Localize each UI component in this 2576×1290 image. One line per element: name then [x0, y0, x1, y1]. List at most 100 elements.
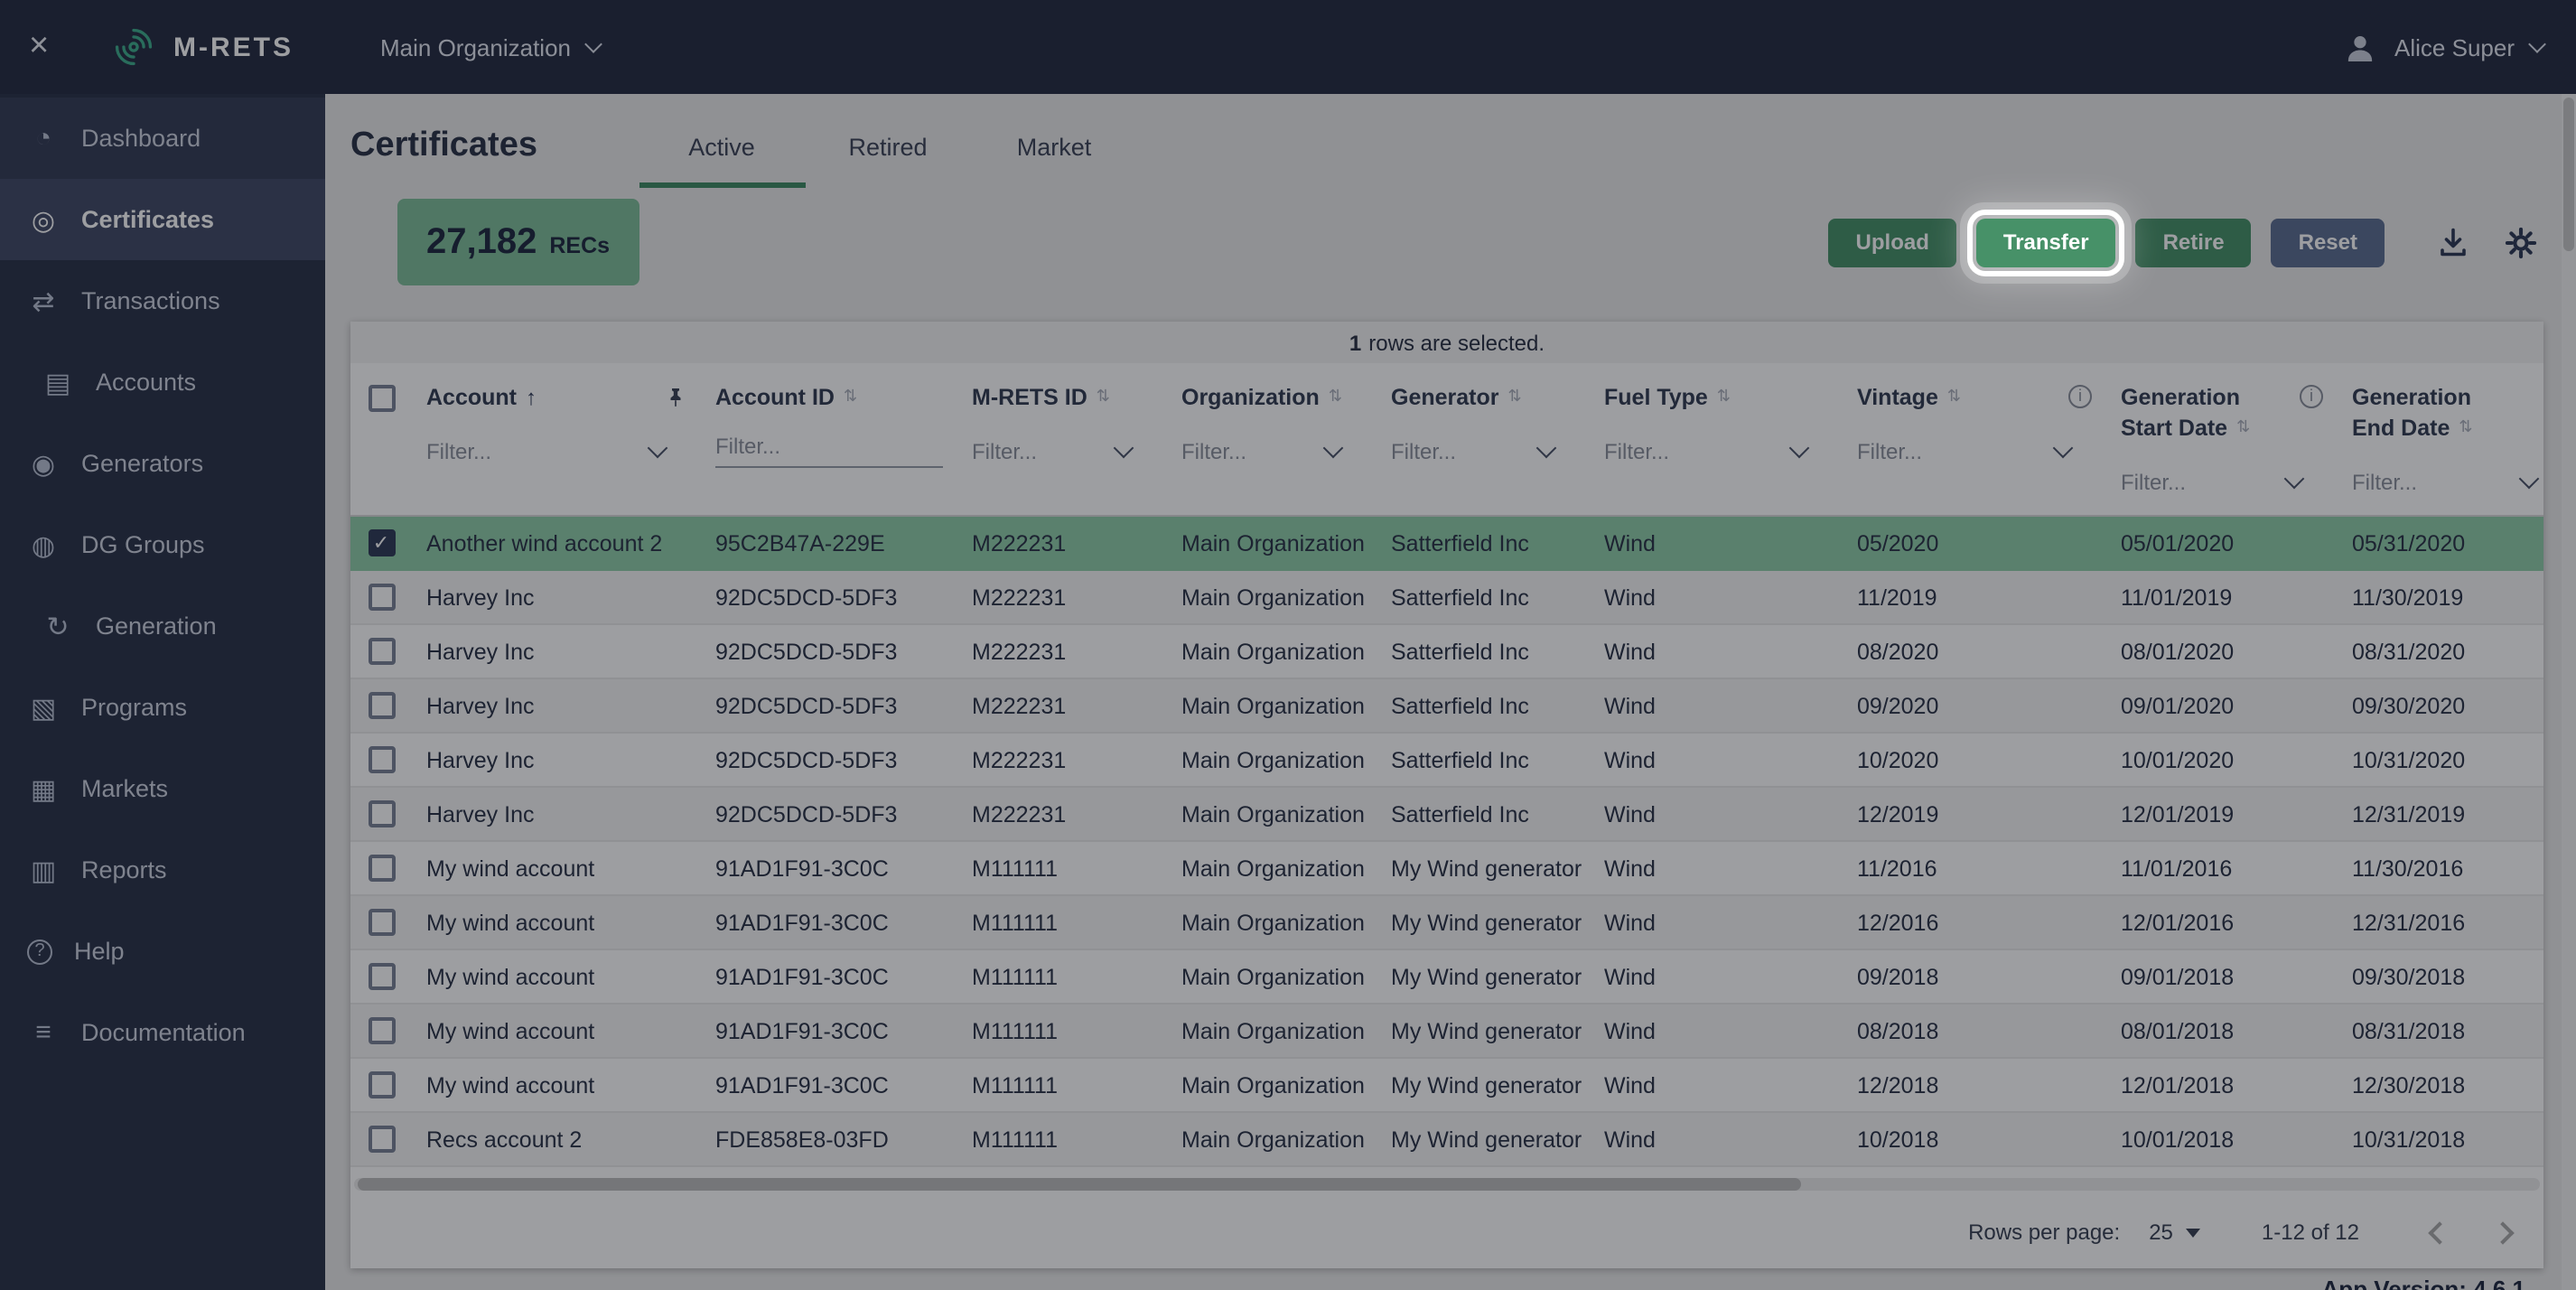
sidebar-item-transactions[interactable]: ⇄ Transactions [0, 260, 325, 341]
select-all-checkbox[interactable] [368, 385, 395, 412]
column-label[interactable]: Vintage [1857, 384, 1938, 409]
table-row[interactable]: My wind account 91AD1F91-3C0C M111111 Main … [350, 1005, 2543, 1059]
sidebar-item-help[interactable]: ? Help [0, 911, 325, 992]
table-row[interactable]: Harvey Inc 92DC5DCD-5DF3 M222231 Main Organ… [350, 734, 2543, 788]
next-page-button[interactable] [2491, 1220, 2515, 1244]
filter-input-account-id[interactable] [715, 434, 943, 468]
certificates-table-card: 1 rows are selected. Account ↑ Filter... Ac… [350, 322, 2543, 1268]
cell-generator: Satterfield Inc [1391, 639, 1529, 664]
cell-fuel-type: Wind [1604, 639, 1656, 664]
prev-page-button[interactable] [2428, 1220, 2451, 1244]
sidebar-item-markets[interactable]: ▦ Markets [0, 748, 325, 829]
column-label[interactable]: Organization [1181, 384, 1320, 409]
selected-count: 1 [1349, 330, 1362, 355]
vertical-scrollbar-thumb[interactable] [2563, 98, 2574, 251]
horizontal-scrollbar-thumb[interactable] [358, 1178, 1801, 1191]
row-checkbox[interactable] [368, 1126, 395, 1153]
filter-select-organization[interactable]: Filter... [1181, 434, 1362, 470]
row-checkbox[interactable] [368, 963, 395, 990]
cell-account-id: 92DC5DCD-5DF3 [715, 639, 898, 664]
row-checkbox[interactable] [368, 692, 395, 719]
cell-vintage: 10/2020 [1857, 747, 1939, 772]
row-checkbox[interactable] [368, 1017, 395, 1044]
sidebar-item-reports[interactable]: ▥ Reports [0, 829, 325, 911]
sidebar-item-label: Transactions [81, 287, 220, 314]
column-header-m-rets-id: M-RETS ID ⇅ Filter... [957, 381, 1167, 470]
cell-mrets-id: M222231 [972, 693, 1067, 718]
column-label[interactable]: Generation [2121, 384, 2240, 409]
tab-market[interactable]: Market [971, 105, 1137, 188]
table-row[interactable]: Harvey Inc 92DC5DCD-5DF3 M222231 Main Organ… [350, 571, 2543, 625]
filter-select-generation-start-date[interactable]: Filter... [2121, 464, 2323, 500]
filter-select-m-rets-id[interactable]: Filter... [972, 434, 1153, 470]
column-label[interactable]: Start Date [2121, 415, 2227, 440]
column-label[interactable]: Generator [1391, 384, 1499, 409]
table-row[interactable]: My wind account 91AD1F91-3C0C M111111 Main … [350, 896, 2543, 950]
table-row[interactable]: My wind account 91AD1F91-3C0C M111111 Main … [350, 1059, 2543, 1113]
column-label[interactable]: Account ID [715, 384, 835, 409]
column-label[interactable]: End Date [2352, 415, 2450, 440]
column-label[interactable]: M-RETS ID [972, 384, 1087, 409]
table-row[interactable]: Harvey Inc 92DC5DCD-5DF3 M222231 Main Organ… [350, 625, 2543, 679]
reports-icon: ▥ [30, 855, 57, 886]
row-checkbox[interactable] [368, 909, 395, 936]
chevron-down-icon [584, 34, 602, 52]
sidebar-item-generation[interactable]: ↻ Generation [0, 585, 325, 667]
row-checkbox[interactable] [368, 746, 395, 773]
transfer-button[interactable]: Transfer [1966, 209, 2125, 276]
sidebar-item-label: Reports [81, 856, 167, 883]
sidebar-item-programs[interactable]: ▧ Programs [0, 667, 325, 748]
cell-account: Harvey Inc [426, 639, 535, 664]
sidebar-item-dashboard[interactable]: ◔ Dashboard [0, 98, 325, 179]
cell-end-date: 09/30/2018 [2352, 964, 2466, 989]
settings-button[interactable] [2497, 219, 2543, 266]
column-label[interactable]: Fuel Type [1604, 384, 1708, 409]
filter-select-generator[interactable]: Filter... [1391, 434, 1575, 470]
close-icon[interactable]: × [29, 27, 72, 67]
sort-icon: ⇅ [843, 387, 858, 405]
table-row[interactable]: ✓ Another wind account 2 95C2B47A-229E M222… [350, 517, 2543, 571]
cell-generator: Satterfield Inc [1391, 747, 1529, 772]
sidebar-item-documentation[interactable]: ≡ Documentation [0, 992, 325, 1073]
table-row[interactable]: Recs account 2 FDE858E8-03FD M111111 Main O… [350, 1113, 2543, 1167]
upload-button[interactable]: Upload [1828, 218, 1956, 266]
sidebar-item-dg-groups[interactable]: ◍ DG Groups [0, 504, 325, 585]
cell-vintage: 12/2016 [1857, 910, 1939, 935]
table-row[interactable]: My wind account 91AD1F91-3C0C M111111 Main … [350, 950, 2543, 1005]
cell-generator: Satterfield Inc [1391, 584, 1529, 610]
row-checkbox[interactable] [368, 800, 395, 827]
cell-organization: Main Organization [1181, 747, 1365, 772]
filter-select-generation-end-date[interactable]: Filter... [2352, 464, 2543, 500]
sidebar-item-certificates[interactable]: ◎ Certificates [0, 179, 325, 260]
row-checkbox[interactable] [368, 584, 395, 611]
row-checkbox[interactable] [368, 1071, 395, 1098]
cell-fuel-type: Wind [1604, 910, 1656, 935]
mrets-logo [112, 25, 155, 69]
column-label[interactable]: Account [426, 384, 517, 409]
user-menu[interactable]: Alice Super [2340, 28, 2546, 66]
sidebar-item-accounts[interactable]: ▤ Accounts [0, 341, 325, 423]
pagination-range: 1-12 of 12 [2261, 1220, 2359, 1245]
table-row[interactable]: My wind account 91AD1F91-3C0C M111111 Main … [350, 842, 2543, 896]
row-checkbox[interactable] [368, 855, 395, 882]
filter-select-account[interactable]: Filter... [426, 434, 686, 470]
tab-retired[interactable]: Retired [805, 105, 971, 188]
sidebar-item-generators[interactable]: ◉ Generators [0, 423, 325, 504]
cell-account-id: 95C2B47A-229E [715, 530, 885, 556]
table-row[interactable]: Harvey Inc 92DC5DCD-5DF3 M222231 Main Organ… [350, 788, 2543, 842]
column-header-account-id: Account ID ⇅ [701, 381, 957, 468]
retire-button[interactable]: Retire [2135, 218, 2252, 266]
filter-select-fuel-type[interactable]: Filter... [1604, 434, 1828, 470]
row-checkbox[interactable]: ✓ [368, 529, 395, 556]
table-row[interactable]: Harvey Inc 92DC5DCD-5DF3 M222231 Main Organ… [350, 679, 2543, 734]
filter-select-vintage[interactable]: Filter... [1857, 434, 2092, 470]
rows-per-page-select[interactable]: 25 [2149, 1220, 2200, 1245]
row-checkbox[interactable] [368, 638, 395, 665]
download-button[interactable] [2430, 219, 2477, 266]
reset-button[interactable]: Reset [2271, 218, 2385, 266]
filter-placeholder: Filter... [1391, 439, 1457, 464]
column-label[interactable]: Generation [2352, 384, 2471, 409]
info-icon: i [2068, 385, 2092, 408]
tab-active[interactable]: Active [639, 105, 805, 188]
org-selector[interactable]: Main Organization [380, 33, 602, 61]
